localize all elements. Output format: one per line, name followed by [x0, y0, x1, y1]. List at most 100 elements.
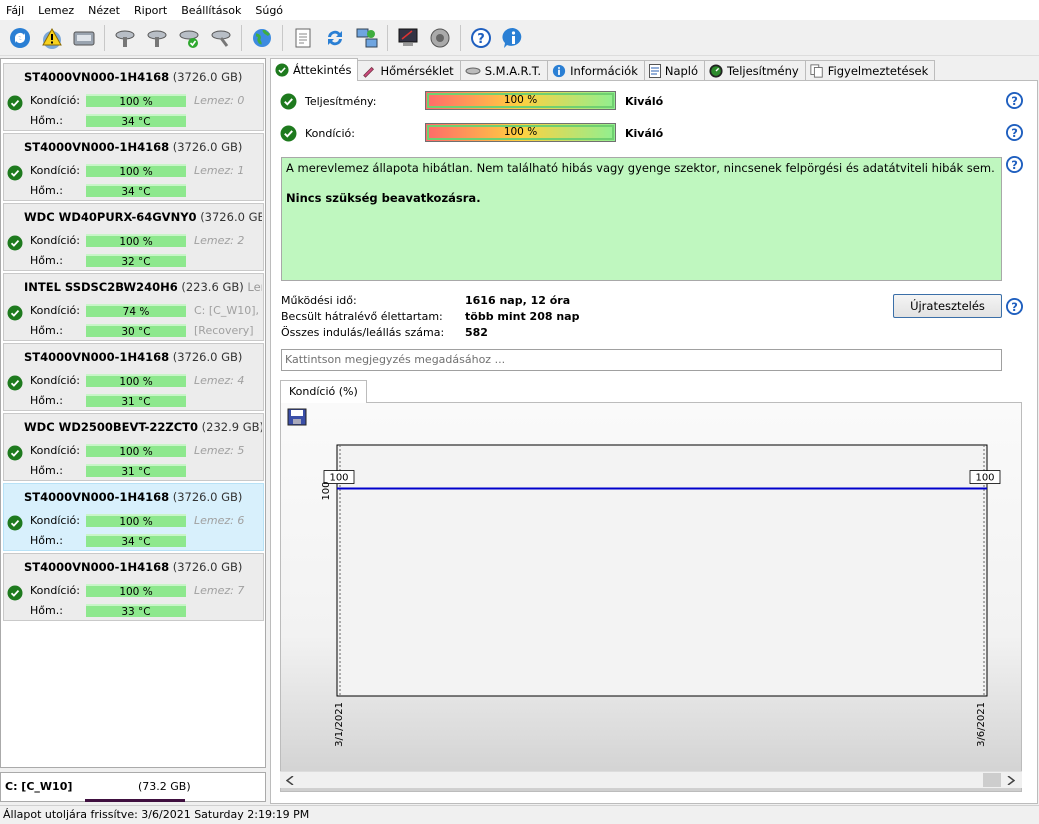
- disk-item-7[interactable]: ST4000VN000-1H4168 (3726.0 GB) Kondíció:…: [3, 553, 264, 621]
- condition-bar: 100 %: [86, 234, 186, 248]
- svg-text:?: ?: [1011, 158, 1018, 172]
- toolbar-separator: [241, 24, 242, 51]
- copy-icon: [810, 63, 823, 78]
- disk-icon[interactable]: [70, 24, 98, 52]
- disk-subinfo: Lemez: 0: [194, 94, 245, 107]
- status-message-advice: Nincs szükség beavatkozásra.: [286, 191, 481, 205]
- chart-horizontal-scrollbar[interactable]: [280, 771, 1022, 788]
- temperature-bar: 31 °C: [86, 464, 186, 478]
- tab-information[interactable]: Információk: [547, 60, 645, 80]
- svg-text:?: ?: [1011, 126, 1018, 140]
- svg-text:?: ?: [1011, 94, 1018, 108]
- help-icon[interactable]: ?: [1006, 92, 1023, 109]
- condition-bar: 100 %: [86, 374, 186, 388]
- condition-bar: 100 %: [86, 584, 186, 598]
- temperature-bar: 31 °C: [86, 394, 186, 408]
- document-icon[interactable]: [289, 24, 317, 52]
- scroll-right-icon[interactable]: [1007, 776, 1015, 785]
- tab-performance[interactable]: Teljesítmény: [704, 60, 806, 80]
- toolbar-separator: [282, 24, 283, 51]
- condition-label: Kondíció:: [30, 584, 80, 597]
- disk-tool-icon[interactable]: [207, 24, 235, 52]
- menu-disk[interactable]: Lemez: [32, 4, 82, 17]
- sync-icon[interactable]: [321, 24, 349, 52]
- tab-overview[interactable]: Áttekintés: [270, 58, 359, 81]
- help-icon[interactable]: ?: [1006, 156, 1023, 173]
- disk-item-0[interactable]: ST4000VN000-1H4168 (3726.0 GB) Kondíció:…: [3, 63, 264, 131]
- disk-item-6[interactable]: ST4000VN000-1H4168 (3726.0 GB) Kondíció:…: [3, 483, 264, 551]
- disk-list: ST4000VN000-1H4168 (3726.0 GB) Kondíció:…: [0, 58, 266, 768]
- disk-title: ST4000VN000-1H4168 (3726.0 GB): [24, 560, 262, 574]
- network-icon[interactable]: [353, 24, 381, 52]
- globe-icon[interactable]: [248, 24, 276, 52]
- tab-label: Figyelmeztetések: [827, 63, 929, 78]
- menu-bar: Fájl Lemez Nézet Riport Beállítások Súgó: [0, 0, 1039, 20]
- condition-bar: 100 %: [86, 94, 186, 108]
- menu-report[interactable]: Riport: [128, 4, 175, 17]
- disk-tool-icon[interactable]: [111, 24, 139, 52]
- temperature-label: Hőm.:: [30, 394, 63, 407]
- check-icon: [280, 125, 297, 142]
- disk-size: (3726.0 GB): [172, 560, 243, 574]
- check-icon: [7, 165, 23, 181]
- warning-icon[interactable]: [38, 24, 66, 52]
- disk-item-4[interactable]: ST4000VN000-1H4168 (3726.0 GB) Kondíció:…: [3, 343, 264, 411]
- disk-item-3[interactable]: INTEL SSDSC2BW240H6 (223.6 GB) Lemez: 3 …: [3, 273, 264, 341]
- start-stop-value: 582: [465, 326, 488, 339]
- condition-label: Kondíció:: [30, 164, 80, 177]
- save-icon[interactable]: [287, 408, 307, 426]
- monitor-icon[interactable]: [394, 24, 422, 52]
- menu-file[interactable]: Fájl: [0, 4, 32, 17]
- tab-alerts[interactable]: Figyelmeztetések: [804, 60, 936, 80]
- disk-title: INTEL SSDSC2BW240H6 (223.6 GB) Lemez: 3: [24, 280, 262, 294]
- disk-model: WDC WD2500BEVT-22ZCT0: [24, 420, 198, 434]
- info-icon[interactable]: [499, 24, 527, 52]
- menu-help[interactable]: Súgó: [249, 4, 291, 17]
- condition-label: Kondíció:: [30, 514, 80, 527]
- tab-label: Hőmérséklet: [380, 63, 454, 78]
- disk-title: ST4000VN000-1H4168 (3726.0 GB): [24, 350, 262, 364]
- note-input[interactable]: Kattintson megjegyzés megadásához ...: [281, 349, 1002, 371]
- help-icon[interactable]: ?: [1006, 298, 1023, 315]
- condition-bar: 100 %: [86, 164, 186, 178]
- svg-text:?: ?: [1011, 300, 1018, 314]
- svg-text:?: ?: [477, 32, 485, 47]
- disk-subinfo: Lemez: 4: [194, 374, 245, 387]
- menu-settings[interactable]: Beállítások: [175, 4, 249, 17]
- help-icon[interactable]: ?: [467, 24, 495, 52]
- disk-model: ST4000VN000-1H4168: [24, 560, 170, 574]
- disk-item-1[interactable]: ST4000VN000-1H4168 (3726.0 GB) Kondíció:…: [3, 133, 264, 201]
- tab-smart[interactable]: S.M.A.R.T.: [459, 60, 549, 80]
- scroll-left-icon[interactable]: [286, 776, 294, 785]
- refresh-icon[interactable]: [6, 24, 34, 52]
- retest-button[interactable]: Újratesztelés: [893, 294, 1002, 318]
- menu-view[interactable]: Nézet: [82, 4, 128, 17]
- disk-size: (223.6 GB): [181, 280, 244, 294]
- condition-label: Kondíció:: [305, 127, 355, 140]
- disk-item-2[interactable]: WDC WD40PURX-64GVNY0 (3726.0 GB) Kondíci…: [3, 203, 264, 271]
- scroll-thumb[interactable]: [983, 773, 1001, 787]
- help-icon[interactable]: ?: [1006, 124, 1023, 141]
- tab-condition-chart[interactable]: Kondíció (%): [280, 380, 367, 403]
- condition-label: Kondíció:: [30, 444, 80, 457]
- disk-ok-icon[interactable]: [175, 24, 203, 52]
- disk-model: ST4000VN000-1H4168: [24, 350, 170, 364]
- disk-item-5[interactable]: WDC WD2500BEVT-22ZCT0 (232.9 GB) Kondíci…: [3, 413, 264, 481]
- disk-title: ST4000VN000-1H4168 (3726.0 GB): [24, 70, 262, 84]
- disk-icon: [465, 67, 481, 74]
- disk-tool-icon[interactable]: [143, 24, 171, 52]
- x-tick-label: 3/1/2021: [334, 702, 345, 747]
- disk-index: Lemez: 3: [247, 280, 262, 294]
- volume-item[interactable]: C: [C_W10] (73.2 GB): [0, 772, 266, 802]
- disk-model: ST4000VN000-1H4168: [24, 140, 170, 154]
- disk-model: WDC WD40PURX-64GVNY0: [24, 210, 197, 224]
- toolbar-separator: [460, 24, 461, 51]
- speaker-icon[interactable]: [426, 24, 454, 52]
- temperature-label: Hőm.:: [30, 534, 63, 547]
- disk-size: (3726.0 GB): [172, 350, 243, 364]
- tab-log[interactable]: Napló: [643, 60, 706, 80]
- overview-panel: Teljesítmény: 100 % Kiváló ? Kondíció: 1…: [270, 80, 1038, 804]
- check-icon: [7, 375, 23, 391]
- tab-temperature[interactable]: Hőmérséklet: [357, 60, 461, 80]
- performance-label: Teljesítmény:: [305, 95, 377, 108]
